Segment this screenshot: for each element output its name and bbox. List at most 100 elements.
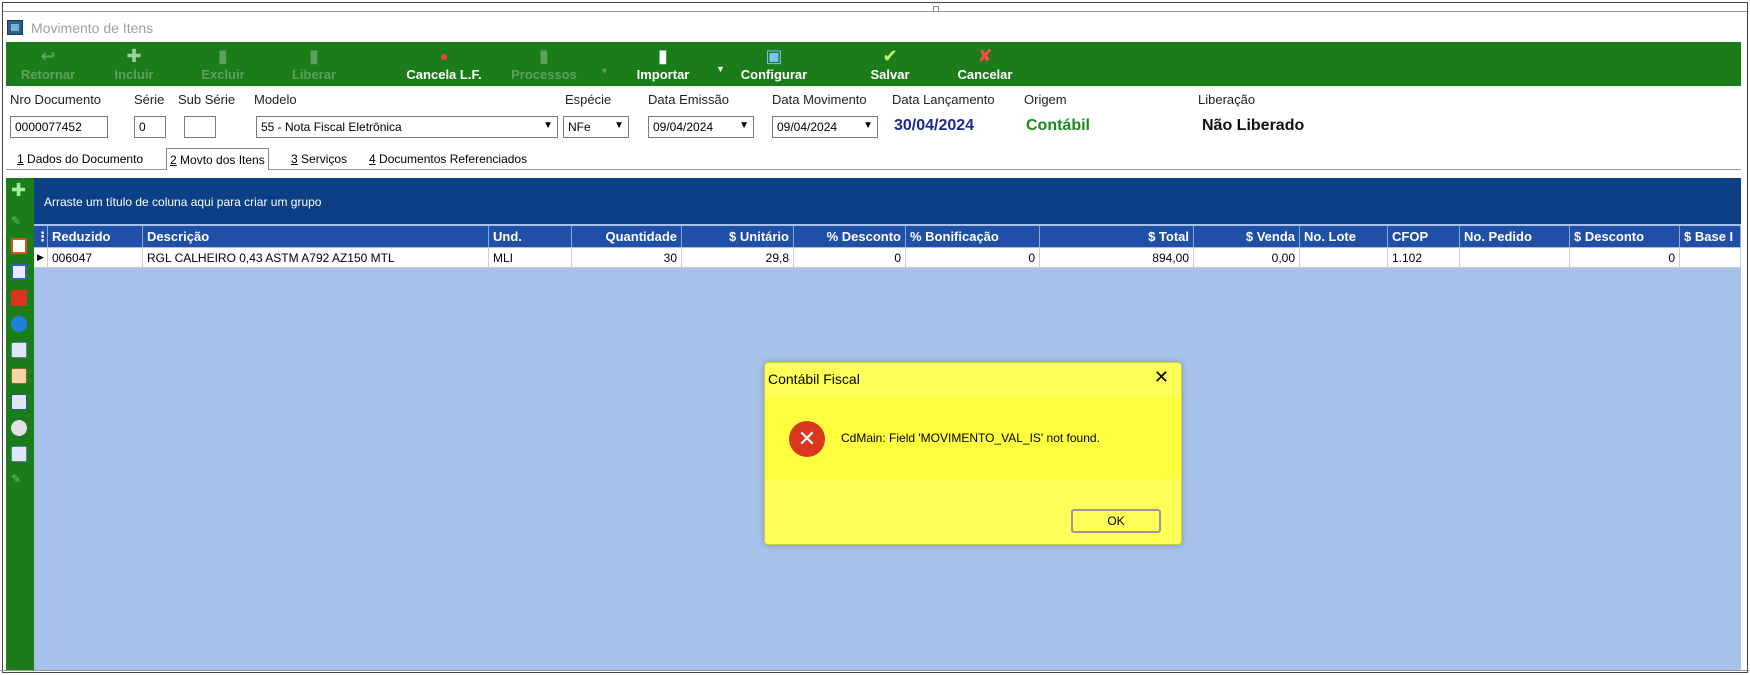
column-header[interactable]: Quantidade: [572, 226, 682, 247]
table-cell[interactable]: 0: [794, 248, 906, 268]
column-header[interactable]: $ Desconto: [1570, 226, 1680, 247]
excluir-button[interactable]: ▮ Excluir: [194, 44, 252, 84]
table-cell[interactable]: 0: [1570, 248, 1680, 268]
gear-icon[interactable]: [11, 420, 27, 436]
importar-button[interactable]: ▮ Importar: [626, 44, 700, 84]
add-icon[interactable]: ✚: [11, 181, 27, 199]
table-cell[interactable]: 1.102: [1388, 248, 1460, 268]
column-header[interactable]: Reduzido: [48, 226, 143, 247]
cancelar-button[interactable]: ✘ Cancelar: [950, 44, 1020, 84]
error-dialog: Contábil Fiscal ✕ ✕ CdMain: Field 'MOVIM…: [764, 362, 1182, 545]
close-icon[interactable]: ✕: [1154, 367, 1169, 388]
chevron-down-icon: ▼: [863, 120, 873, 131]
table-cell[interactable]: MLI: [489, 248, 572, 268]
serie-field[interactable]: 0: [134, 116, 166, 138]
column-header[interactable]: $ Total: [1040, 226, 1194, 247]
row-selector-header: ⋮: [34, 226, 48, 247]
table-cell[interactable]: 006047: [48, 248, 143, 268]
table-icon[interactable]: [11, 342, 27, 358]
nro-documento-label: Nro Documento: [10, 92, 102, 107]
table-cell[interactable]: [1680, 248, 1741, 268]
liberar-button[interactable]: ▮ Liberar: [284, 44, 344, 84]
group-by-bar[interactable]: Arraste um título de coluna aqui para cr…: [34, 178, 1741, 224]
list-icon[interactable]: [11, 446, 27, 462]
window-bottom-border: [0, 670, 1750, 671]
side-action-strip: ✚ ✎ ✎: [6, 178, 34, 671]
chevron-down-icon: ▼: [614, 120, 624, 131]
column-header[interactable]: $ Base I: [1680, 226, 1741, 247]
table-cell[interactable]: 29,8: [682, 248, 794, 268]
tab-movto-itens[interactable]: 2 Movto dos Itens: [166, 148, 269, 170]
column-header[interactable]: Und.: [489, 226, 572, 247]
grid-icon[interactable]: [11, 394, 27, 410]
especie-value: NFe: [568, 120, 591, 134]
data-lancamento-value: 30/04/2024: [894, 117, 975, 134]
info-icon[interactable]: [11, 316, 27, 332]
edit-icon[interactable]: ✎: [11, 214, 27, 230]
nro-documento-field[interactable]: 0000077452: [10, 116, 108, 138]
tab-servicos[interactable]: 3 Serviços: [288, 152, 350, 170]
sub-serie-field[interactable]: [184, 116, 216, 138]
table-cell[interactable]: 0: [906, 248, 1040, 268]
sub-serie-label: Sub Série: [178, 92, 236, 107]
cancela-lf-button[interactable]: ● Cancela L.F.: [402, 44, 486, 84]
importar-dropdown-icon[interactable]: ▼: [716, 64, 725, 74]
table-cell[interactable]: 0,00: [1194, 248, 1300, 268]
tab-documentos-referenciados[interactable]: 4 Documentos Referenciados: [366, 152, 530, 170]
table-cell[interactable]: 30: [572, 248, 682, 268]
liberacao-label: Liberação: [1198, 92, 1256, 107]
wrench-icon[interactable]: ✎: [11, 472, 27, 488]
document-gear-icon: ▮: [539, 46, 549, 66]
book-icon[interactable]: [11, 368, 27, 384]
ok-button[interactable]: OK: [1071, 509, 1161, 533]
column-header[interactable]: Descrição: [143, 226, 489, 247]
table-cell[interactable]: [1460, 248, 1570, 268]
current-row-arrow-icon: ▶: [34, 248, 48, 268]
delete-icon[interactable]: [11, 290, 27, 306]
processos-dropdown-icon[interactable]: ▼: [600, 66, 609, 76]
salvar-button[interactable]: ✔ Salvar: [862, 44, 918, 84]
dialog-body: ✕ CdMain: Field 'MOVIMENTO_VAL_IS' not f…: [765, 397, 1181, 479]
column-header[interactable]: CFOP: [1388, 226, 1460, 247]
window-title: Movimento de Itens: [31, 20, 154, 36]
table-row[interactable]: ▶ 006047 RGL CALHEIRO 0,43 ASTM A792 AZ1…: [34, 248, 1741, 268]
toolbar: ↩ Retornar ✚ Incluir ▮ Excluir ▮ Liberar…: [6, 42, 1741, 86]
data-movimento-picker[interactable]: 09/04/2024 ▼: [772, 116, 878, 138]
retornar-button[interactable]: ↩ Retornar: [16, 44, 80, 84]
error-icon: ✕: [789, 421, 825, 457]
origem-value: Contábil: [1026, 117, 1090, 134]
incluir-button[interactable]: ✚ Incluir: [106, 44, 162, 84]
data-emissao-value: 09/04/2024: [653, 120, 714, 134]
checkmark-icon: ✔: [882, 46, 898, 66]
dialog-message: CdMain: Field 'MOVIMENTO_VAL_IS' not fou…: [841, 431, 1100, 445]
table-cell[interactable]: 894,00: [1040, 248, 1194, 268]
modelo-select[interactable]: 55 - Nota Fiscal Eletrônica ▼: [256, 116, 558, 138]
column-header[interactable]: % Bonificação: [906, 226, 1040, 247]
grid-header: ⋮ Reduzido Descrição Und. Quantidade $ U…: [34, 226, 1741, 247]
document-blue-icon[interactable]: [11, 264, 27, 280]
red-x-icon: ✘: [977, 46, 993, 66]
column-header[interactable]: No. Pedido: [1460, 226, 1570, 247]
trash-icon: ▮: [218, 46, 228, 66]
document-red-icon[interactable]: [11, 238, 27, 254]
data-emissao-label: Data Emissão: [648, 92, 729, 107]
modelo-value: 55 - Nota Fiscal Eletrônica: [261, 120, 402, 134]
table-cell[interactable]: [1300, 248, 1388, 268]
origem-label: Origem: [1024, 92, 1067, 107]
processos-button[interactable]: ▮ Processos: [504, 44, 584, 84]
column-header[interactable]: % Desconto: [794, 226, 906, 247]
group-hint: Arraste um título de coluna aqui para cr…: [44, 195, 322, 209]
column-header[interactable]: No. Lote: [1300, 226, 1388, 247]
data-movimento-label: Data Movimento: [772, 92, 867, 107]
column-header[interactable]: $ Unitário: [682, 226, 794, 247]
column-header[interactable]: $ Venda: [1194, 226, 1300, 247]
serie-label: Série: [134, 92, 165, 107]
especie-label: Espécie: [565, 92, 612, 107]
configurar-button[interactable]: ▣ Configurar: [732, 44, 816, 84]
especie-select[interactable]: NFe ▼: [563, 116, 629, 138]
data-emissao-picker[interactable]: 09/04/2024 ▼: [648, 116, 754, 138]
tab-dados-documento[interactable]: 1 Dados do Documento: [14, 152, 146, 170]
dialog-title: Contábil Fiscal: [768, 371, 860, 387]
app-icon: [7, 20, 23, 35]
table-cell[interactable]: RGL CALHEIRO 0,43 ASTM A792 AZ150 MTL: [143, 248, 489, 268]
